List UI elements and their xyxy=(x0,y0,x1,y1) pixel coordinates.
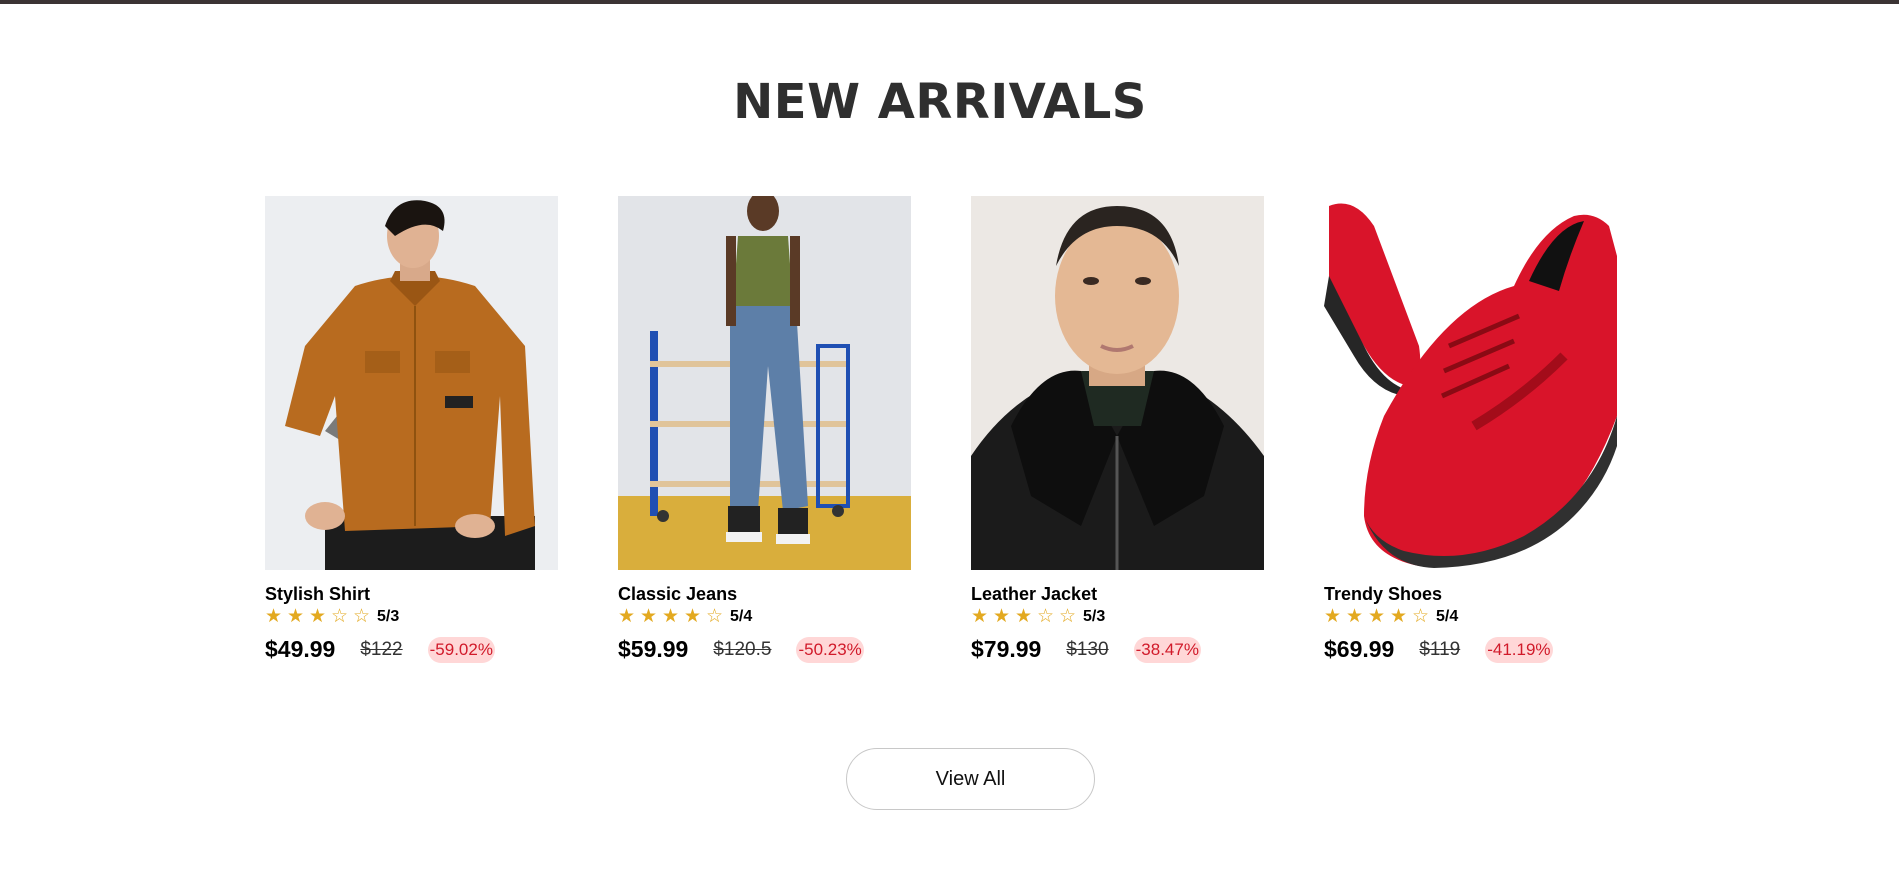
product-rating: ★ ★ ★ ★ ☆ 5/4 xyxy=(1324,606,1458,628)
star-filled-icon: ★ xyxy=(1390,606,1408,627)
original-price: $119 xyxy=(1419,638,1461,660)
product-card[interactable]: Classic Jeans ★ ★ ★ ★ ☆ 5/4 $59.99 $120.… xyxy=(618,196,911,676)
section-title: NEW ARRIVALS xyxy=(733,74,1147,130)
price-row: $79.99 $130 -38.47% xyxy=(971,636,1201,663)
current-price: $79.99 xyxy=(971,636,1042,662)
star-filled-icon: ★ xyxy=(1324,606,1342,627)
original-price: $130 xyxy=(1066,638,1109,660)
product-image[interactable] xyxy=(618,196,911,570)
star-outline-icon: ☆ xyxy=(1412,606,1430,627)
product-image[interactable] xyxy=(971,196,1264,570)
product-card[interactable]: Trendy Shoes ★ ★ ★ ★ ☆ 5/4 $69.99 $119 -… xyxy=(1324,196,1617,676)
product-image[interactable] xyxy=(1324,196,1617,570)
star-filled-icon: ★ xyxy=(1015,606,1033,627)
star-filled-icon: ★ xyxy=(640,606,658,627)
star-outline-icon: ☆ xyxy=(353,606,371,627)
product-rating: ★ ★ ★ ☆ ☆ 5/3 xyxy=(971,606,1105,628)
star-filled-icon: ★ xyxy=(684,606,702,627)
star-filled-icon: ★ xyxy=(971,606,989,627)
current-price: $59.99 xyxy=(618,636,689,662)
rating-score: 5/3 xyxy=(1083,608,1106,625)
price-row: $69.99 $119 -41.19% xyxy=(1324,636,1553,663)
rating-score: 5/4 xyxy=(1436,608,1459,625)
product-image[interactable] xyxy=(265,196,558,570)
price-row: $59.99 $120.5 -50.23% xyxy=(618,636,864,663)
rating-score: 5/3 xyxy=(377,608,400,625)
star-outline-icon: ☆ xyxy=(331,606,349,627)
product-card[interactable]: Stylish Shirt ★ ★ ★ ☆ ☆ 5/3 $49.99 $122 … xyxy=(265,196,558,676)
original-price: $122 xyxy=(360,638,403,660)
star-filled-icon: ★ xyxy=(1368,606,1386,627)
current-price: $69.99 xyxy=(1324,636,1395,662)
rating-score: 5/4 xyxy=(730,608,753,625)
product-card[interactable]: Leather Jacket ★ ★ ★ ☆ ☆ 5/3 $79.99 $130… xyxy=(971,196,1264,676)
product-name[interactable]: Classic Jeans xyxy=(618,584,737,605)
view-all-button[interactable]: View All xyxy=(846,748,1095,810)
star-filled-icon: ★ xyxy=(309,606,327,627)
discount-badge: -50.23% xyxy=(796,636,864,663)
star-filled-icon: ★ xyxy=(287,606,305,627)
discount-badge: -59.02% xyxy=(427,636,495,663)
star-filled-icon: ★ xyxy=(618,606,636,627)
star-outline-icon: ☆ xyxy=(1059,606,1077,627)
product-name[interactable]: Trendy Shoes xyxy=(1324,584,1442,605)
price-row: $49.99 $122 -59.02% xyxy=(265,636,495,663)
product-rating: ★ ★ ★ ☆ ☆ 5/3 xyxy=(265,606,399,628)
product-grid: Stylish Shirt ★ ★ ★ ☆ ☆ 5/3 $49.99 $122 … xyxy=(265,196,1617,676)
top-border xyxy=(0,0,1899,4)
original-price: $120.5 xyxy=(713,638,772,660)
discount-badge: -38.47% xyxy=(1133,636,1201,663)
product-rating: ★ ★ ★ ★ ☆ 5/4 xyxy=(618,606,752,628)
star-filled-icon: ★ xyxy=(993,606,1011,627)
star-outline-icon: ☆ xyxy=(1037,606,1055,627)
star-filled-icon: ★ xyxy=(662,606,680,627)
discount-badge: -41.19% xyxy=(1485,636,1553,663)
star-outline-icon: ☆ xyxy=(706,606,724,627)
current-price: $49.99 xyxy=(265,636,336,662)
product-name[interactable]: Leather Jacket xyxy=(971,584,1097,605)
star-filled-icon: ★ xyxy=(1346,606,1364,627)
star-filled-icon: ★ xyxy=(265,606,283,627)
product-name[interactable]: Stylish Shirt xyxy=(265,584,370,605)
